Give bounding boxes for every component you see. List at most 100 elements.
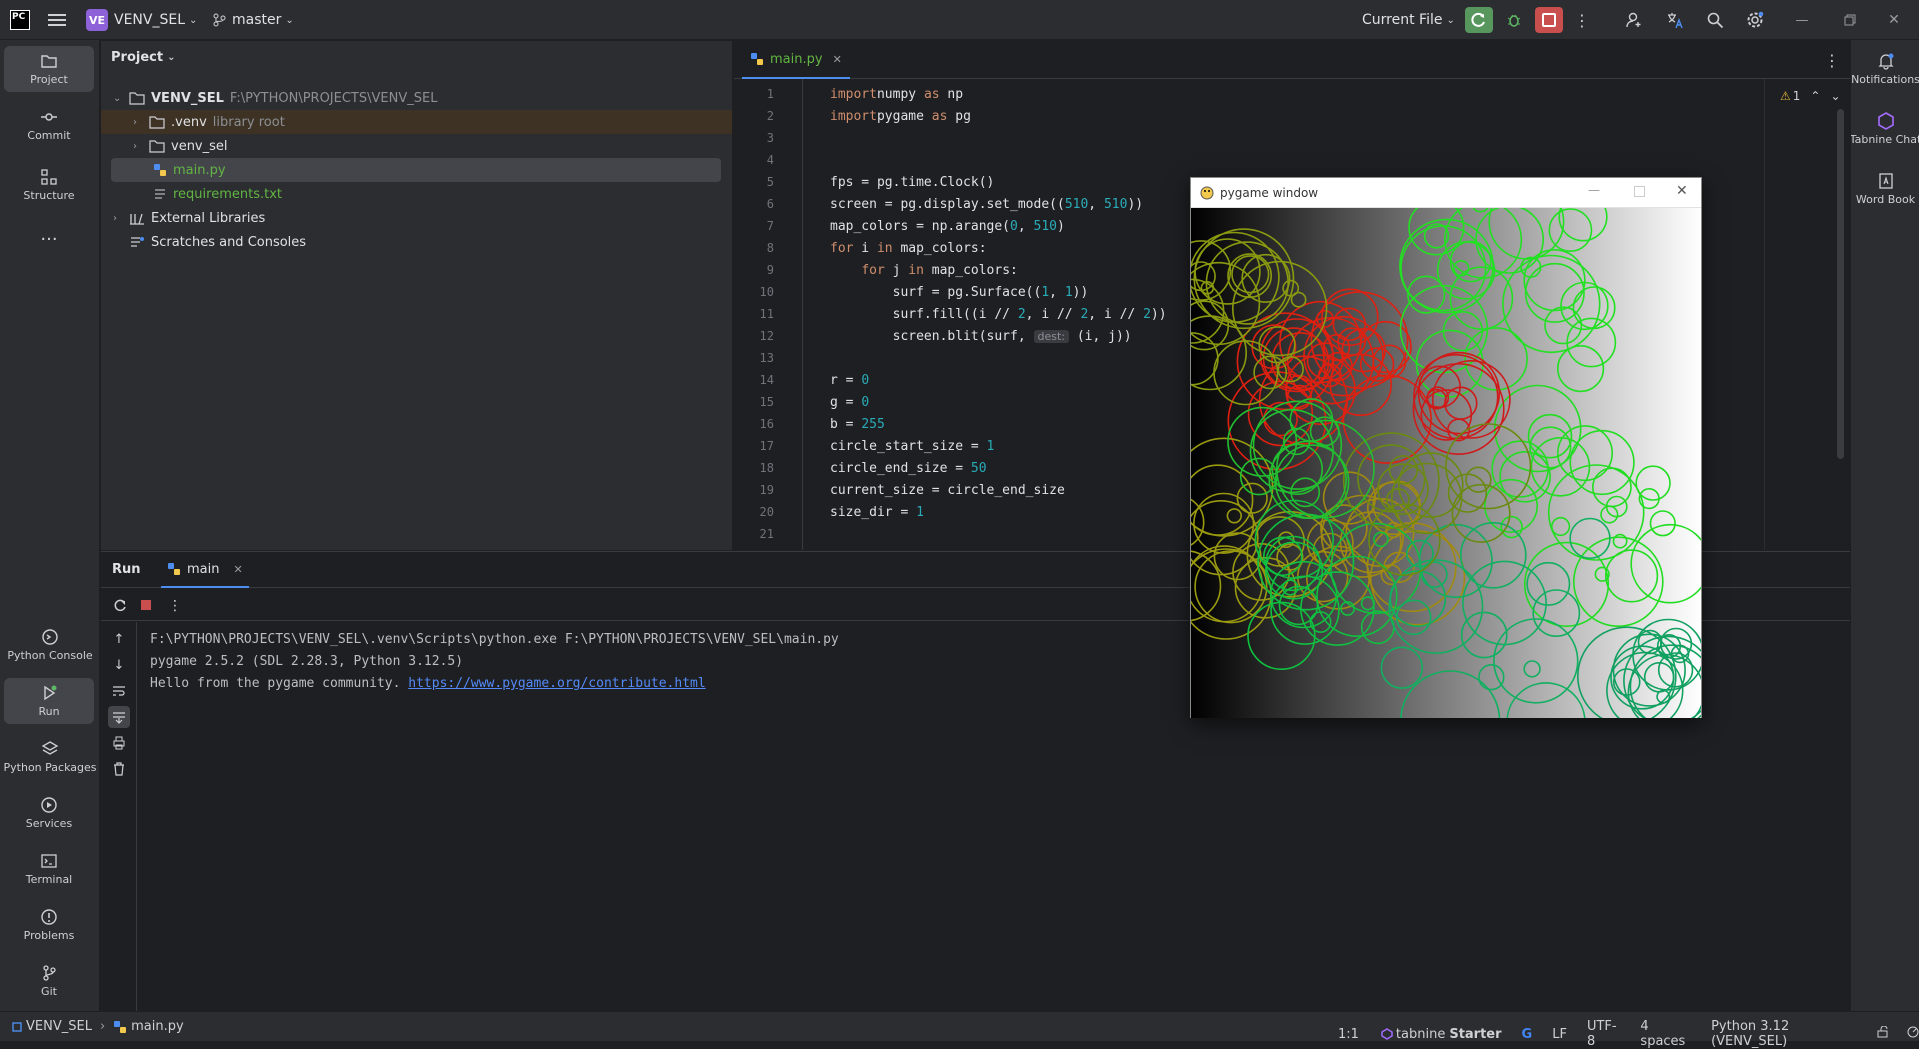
breadcrumb-file[interactable]: main.py — [131, 1019, 184, 1034]
tree-root[interactable]: ⌄ VENV_SEL F:\PYTHON\PROJECTS\VENV_SEL — [113, 86, 437, 110]
code-line[interactable]: 4 — [734, 149, 830, 171]
line-number: 14 — [759, 373, 774, 387]
close-window-icon[interactable]: ✕ — [1676, 183, 1688, 199]
more-tools-icon[interactable]: ··· — [4, 216, 94, 262]
tree-item-venv-sel[interactable]: › venv_sel — [133, 134, 228, 158]
project-panel-header[interactable]: Project ⌄ — [111, 50, 175, 65]
unlock-icon[interactable] — [1877, 1025, 1889, 1042]
line-number: 9 — [766, 263, 774, 277]
breadcrumb-project[interactable]: VENV_SEL — [26, 1019, 92, 1034]
tool-python-packages[interactable]: Python Packages — [2, 734, 98, 780]
tool-tabnine-chat[interactable]: Tabnine Chat — [1851, 104, 1919, 154]
code-line[interactable]: 11 surf.fill((i // 2, i // 2, i // 2)) — [734, 303, 1167, 325]
restore-window-icon[interactable] — [1838, 9, 1862, 31]
inspection-widget[interactable]: ⚠ 1 ⌃ ⌄ — [1780, 89, 1841, 103]
maximize-window-icon[interactable] — [1634, 186, 1645, 197]
memory-indicator-icon[interactable] — [1907, 1026, 1919, 1042]
tool-notifications[interactable]: Notifications — [1851, 44, 1919, 94]
chevron-up-icon[interactable]: ⌃ — [1810, 89, 1820, 103]
tool-word-book[interactable]: Word Book — [1851, 164, 1919, 214]
branch-selector[interactable]: master ⌄ — [212, 8, 294, 32]
code-line[interactable]: 15 g = 0 — [734, 391, 870, 413]
code-line[interactable]: 18 circle_end_size = 50 — [734, 457, 987, 479]
print-icon[interactable] — [110, 734, 128, 752]
code-line[interactable]: 3 — [734, 127, 830, 149]
tabnine-status[interactable]: tabnine Starter — [1381, 1027, 1502, 1042]
code-with-me-icon[interactable] — [1622, 9, 1646, 31]
tool-structure[interactable]: Structure — [4, 162, 94, 208]
tool-project[interactable]: Project — [4, 46, 94, 92]
tool-services[interactable]: Services — [4, 790, 94, 836]
commit-icon — [41, 113, 57, 121]
soft-wrap-icon[interactable] — [110, 682, 128, 700]
pygame-window[interactable]: pygame window — ✕ — [1190, 177, 1702, 718]
code-line[interactable]: 14 r = 0 — [734, 369, 870, 391]
code-line[interactable]: 13 — [734, 347, 830, 369]
code-line[interactable]: 9 for j in map_colors: — [734, 259, 1018, 281]
editor-tab-main-py[interactable]: main.py ✕ — [742, 41, 850, 79]
scroll-to-end-icon[interactable] — [108, 706, 130, 728]
stop-icon — [1542, 13, 1556, 27]
caret-position[interactable]: 1:1 — [1338, 1027, 1359, 1042]
chevron-down-icon[interactable]: ⌄ — [1830, 89, 1840, 103]
close-tab-icon[interactable]: ✕ — [233, 563, 242, 576]
tree-item-venv[interactable]: › .venv library root — [101, 110, 732, 134]
code-line[interactable]: 8 for i in map_colors: — [734, 237, 987, 259]
tool-label: Git — [41, 985, 57, 998]
code-line[interactable]: 16 b = 255 — [734, 413, 885, 435]
tree-item-main-py[interactable]: main.py — [111, 158, 721, 182]
tool-commit[interactable]: Commit — [4, 102, 94, 148]
project-selector[interactable]: VE VENV_SEL ⌄ — [86, 8, 197, 32]
tree-item-scratches[interactable]: Scratches and Consoles — [129, 230, 306, 254]
code-line[interactable]: 1 importnumpy as np — [734, 83, 963, 105]
stop-button[interactable] — [1535, 7, 1563, 33]
indent-setting[interactable]: 4 spaces — [1640, 1019, 1691, 1049]
close-window-icon[interactable]: ✕ — [1882, 9, 1906, 31]
run-config-selector[interactable]: Current File ⌄ — [1362, 8, 1455, 32]
close-tab-icon[interactable]: ✕ — [833, 53, 842, 66]
tool-python-console[interactable]: Python Console — [2, 622, 98, 668]
tool-problems[interactable]: Problems — [4, 902, 94, 948]
code-line[interactable]: 7 map_colors = np.arange(0, 510) — [734, 215, 1065, 237]
tree-item-requirements[interactable]: requirements.txt — [153, 182, 282, 206]
code-line[interactable]: 12 screen.blit(surf, dest: (i, j)) — [734, 325, 1132, 347]
scroll-down-icon[interactable]: ↓ — [110, 656, 128, 674]
line-separator[interactable]: LF — [1552, 1027, 1567, 1042]
python-interpreter[interactable]: Python 3.12 (VENV_SEL) — [1711, 1019, 1851, 1049]
minimize-window-icon[interactable]: — — [1790, 9, 1814, 31]
file-encoding[interactable]: UTF-8 — [1587, 1019, 1620, 1049]
run-tab-main[interactable]: main ✕ — [161, 552, 249, 588]
main-menu-icon[interactable] — [46, 10, 68, 30]
google-icon[interactable]: G — [1522, 1027, 1533, 1042]
tool-git[interactable]: Git — [4, 958, 94, 1004]
editor-scrollbar[interactable] — [1837, 109, 1844, 459]
code-line[interactable]: 6 screen = pg.display.set_mode((510, 510)… — [734, 193, 1143, 215]
code-line[interactable]: 10 surf = pg.Surface((1, 1)) — [734, 281, 1089, 303]
more-actions-icon[interactable]: ⋮ — [1574, 9, 1590, 31]
settings-gear-icon[interactable] — [1743, 9, 1767, 31]
tool-run[interactable]: Run — [4, 678, 94, 724]
code-line[interactable]: 21 — [734, 523, 830, 545]
code-line[interactable]: 5 fps = pg.time.Clock() — [734, 171, 995, 193]
rerun-button[interactable] — [1465, 7, 1493, 33]
code-token: g = — [830, 394, 862, 410]
tree-item-external-libraries[interactable]: › External Libraries — [113, 206, 265, 230]
more-options-icon[interactable]: ⋮ — [168, 597, 182, 615]
debug-button[interactable] — [1502, 9, 1526, 31]
pygame-titlebar[interactable]: pygame window — ✕ — [1191, 178, 1701, 208]
run-side-toolbar: ↑ ↓ — [101, 622, 137, 1012]
code-line[interactable]: 2 importpygame as pg — [734, 105, 971, 127]
scroll-up-icon[interactable]: ↑ — [110, 630, 128, 648]
code-line[interactable]: 20 size_dir = 1 — [734, 501, 924, 523]
minimize-window-icon[interactable]: — — [1588, 183, 1600, 197]
stop-icon[interactable] — [139, 598, 153, 612]
trash-icon[interactable] — [110, 760, 128, 778]
console-link[interactable]: https://www.pygame.org/contribute.html — [408, 676, 705, 691]
code-line[interactable]: 19 current_size = circle_end_size — [734, 479, 1065, 501]
rerun-icon[interactable] — [111, 597, 129, 615]
editor-options-icon[interactable]: ⋮ — [1824, 51, 1840, 70]
search-icon[interactable] — [1703, 9, 1727, 31]
code-line[interactable]: 17 circle_start_size = 1 — [734, 435, 995, 457]
tool-terminal[interactable]: Terminal — [4, 846, 94, 892]
translate-icon[interactable] — [1663, 9, 1687, 31]
